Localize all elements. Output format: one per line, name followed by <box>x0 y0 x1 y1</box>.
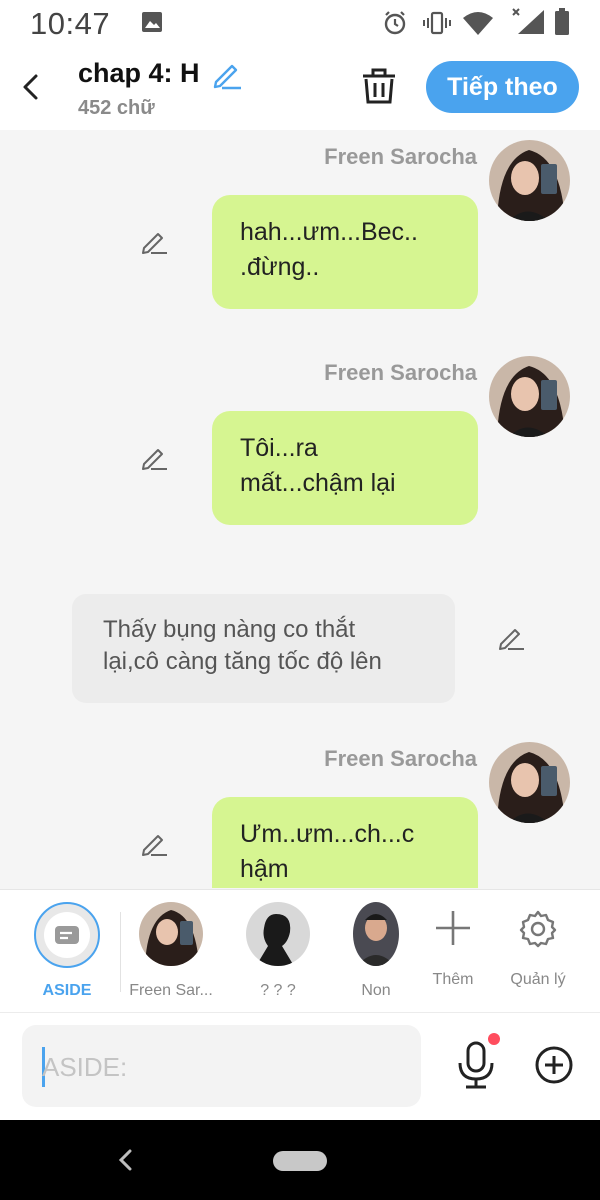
nav-home-pill[interactable] <box>273 1151 327 1171</box>
character-label: Freen Sar... <box>129 982 213 999</box>
message-input-box[interactable] <box>22 1025 421 1107</box>
battery-icon <box>555 8 569 35</box>
message-text-line: Ưm..ưm...ch...c <box>240 820 415 848</box>
message-text-line: mất...chậm lại <box>240 469 396 497</box>
system-nav-bar <box>0 1120 600 1200</box>
add-label: Thêm <box>432 971 474 988</box>
vibrate-icon <box>423 11 451 35</box>
alarm-icon <box>384 11 406 35</box>
nav-back-icon[interactable] <box>116 1148 136 1172</box>
add-circle-icon[interactable] <box>534 1045 574 1085</box>
edit-narration-icon[interactable] <box>496 622 526 652</box>
cell-signal-icon <box>512 8 544 34</box>
notification-dot <box>488 1033 500 1045</box>
character-label: ? ? ? <box>260 982 296 999</box>
message-bubble[interactable]: Ưm..ưm...ch...c hậm <box>212 797 478 888</box>
avatar <box>353 902 399 966</box>
status-bar: 10:47 <box>0 0 600 46</box>
character-non[interactable]: Non <box>336 902 416 1000</box>
message-input[interactable] <box>42 1047 402 1087</box>
avatar[interactable] <box>489 742 570 823</box>
manage-label: Quản lý <box>510 971 566 988</box>
gear-icon <box>519 910 557 948</box>
word-count: 452 chữ <box>78 97 155 119</box>
chat-area[interactable]: Freen Sarocha hah...ưm...Bec.. .đừng.. F… <box>0 130 600 888</box>
chapter-title[interactable]: chap 4: H <box>78 58 200 89</box>
narration-text-line: lại,cô càng tăng tốc độ lên <box>103 648 382 675</box>
manage-button[interactable]: Quản lý <box>505 902 571 989</box>
edit-message-icon[interactable] <box>139 226 169 256</box>
wifi-icon <box>463 12 493 35</box>
message-bubble[interactable]: hah...ưm...Bec.. .đừng.. <box>212 195 478 309</box>
sender-name: Freen Sarocha <box>324 746 477 771</box>
character-label: ASIDE <box>42 982 92 999</box>
image-notification-icon <box>142 12 162 32</box>
trash-icon[interactable] <box>358 66 400 106</box>
message-text-line: .đừng.. <box>240 253 320 281</box>
message-text-line: hậm <box>240 855 289 883</box>
add-character-button[interactable]: Thêm <box>426 902 480 989</box>
narration-bubble[interactable]: Thấy bụng nàng co thắt lại,cô càng tăng … <box>72 594 455 703</box>
character-unknown[interactable]: ? ? ? <box>231 902 325 1000</box>
message-text-line: hah...ưm...Bec.. <box>240 218 418 246</box>
next-button[interactable]: Tiếp theo <box>426 61 579 113</box>
avatar[interactable] <box>489 356 570 437</box>
avatar <box>139 902 203 966</box>
avatar[interactable] <box>489 140 570 221</box>
aside-icon <box>34 902 100 968</box>
sender-name: Freen Sarocha <box>324 360 477 385</box>
character-aside[interactable]: ASIDE <box>20 902 114 1000</box>
back-arrow-icon[interactable] <box>14 66 50 106</box>
story-header: chap 4: H 452 chữ Tiếp theo <box>0 46 600 130</box>
narration-text-line: Thấy bụng nàng co thắt <box>103 616 356 643</box>
edit-message-icon[interactable] <box>139 828 169 858</box>
message-text-line: Tôi...ra <box>240 434 318 462</box>
character-freen[interactable]: Freen Sar... <box>124 902 218 1000</box>
plus-icon <box>436 911 470 945</box>
character-label: Non <box>361 982 391 999</box>
avatar <box>246 902 310 966</box>
input-bar <box>0 1013 600 1120</box>
sender-name: Freen Sarocha <box>324 144 477 169</box>
edit-title-pencil-icon[interactable] <box>210 58 242 90</box>
character-selector: ASIDE Freen Sar... ? ? ? Non Thêm Quản l… <box>0 889 600 1013</box>
microphone-icon[interactable] <box>456 1041 496 1091</box>
edit-message-icon[interactable] <box>139 442 169 472</box>
message-bubble[interactable]: Tôi...ra mất...chậm lại <box>212 411 478 525</box>
status-time: 10:47 <box>30 6 111 41</box>
divider <box>120 912 121 992</box>
